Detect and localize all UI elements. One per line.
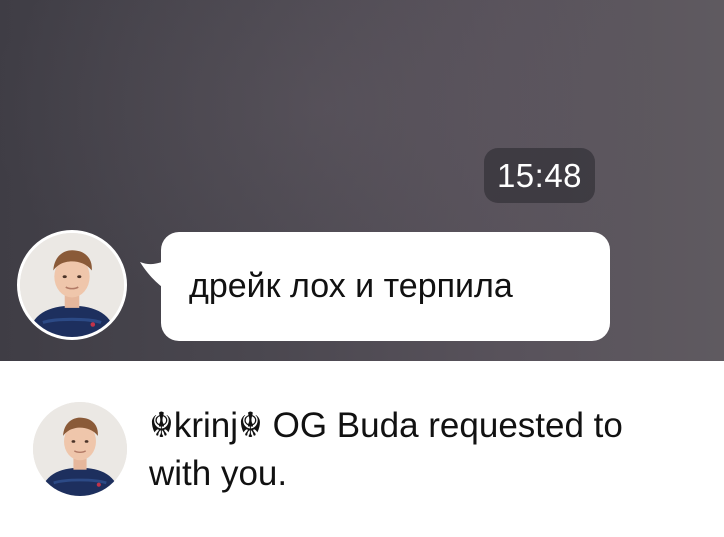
message-bubble[interactable]: дрейк лох и терпила xyxy=(161,232,610,341)
message-timestamp: 15:48 xyxy=(484,148,595,203)
notification-avatar[interactable] xyxy=(33,402,127,496)
notification-line-1: ☬krinj☬ OG Buda requested to xyxy=(149,406,623,445)
sender-avatar[interactable] xyxy=(17,230,127,340)
notification-text: ☬krinj☬ OG Buda requested to with you. xyxy=(149,402,724,498)
avatar-photo xyxy=(20,233,124,337)
avatar-photo xyxy=(33,402,127,496)
timestamp-text: 15:48 xyxy=(496,156,583,194)
notification-line-2: with you. xyxy=(149,454,288,493)
message-text: дрейк лох и терпила xyxy=(189,267,513,305)
